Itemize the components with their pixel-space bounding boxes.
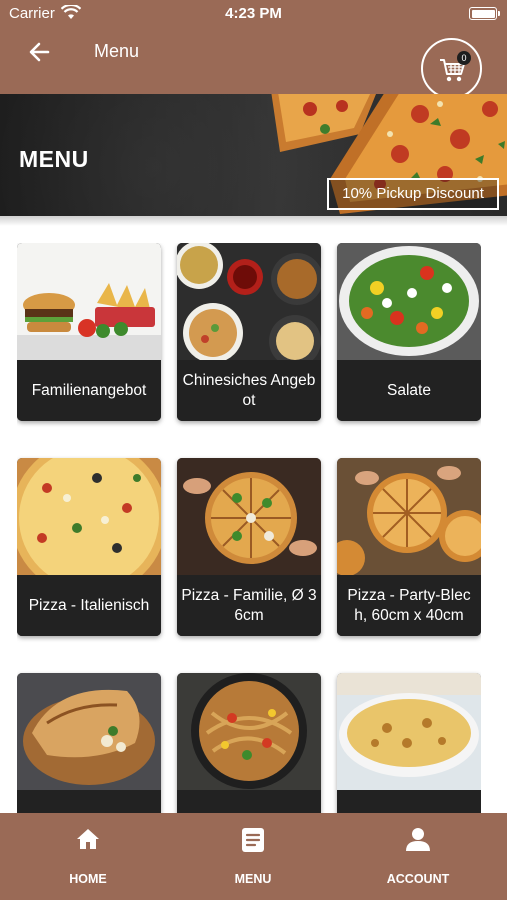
status-bar: Carrier 4:23 PM <box>0 0 507 28</box>
category-card-familienangebot[interactable]: Familienangebot <box>17 243 161 421</box>
top-bar: Carrier 4:23 PM Menu 0 <box>0 0 507 99</box>
category-label <box>17 790 161 813</box>
banner-title: MENU <box>19 146 89 172</box>
category-label <box>337 790 481 813</box>
category-card-9[interactable] <box>337 673 481 813</box>
casserole-image <box>337 673 481 790</box>
cart-count-badge: 0 <box>457 51 471 65</box>
cart-button[interactable]: 0 <box>421 38 482 99</box>
category-label: Pizza - Party-Blech, 60cm x 40cm <box>337 575 481 636</box>
noodles-image <box>177 673 321 790</box>
pizza-italian-image <box>17 458 161 575</box>
bottom-tab-bar: HOME MENU ACCOUNT <box>0 813 507 900</box>
category-label: Salate <box>337 360 481 421</box>
category-label: Chinesiches Angebot <box>177 360 321 421</box>
account-icon <box>406 828 430 851</box>
category-card-8[interactable] <box>177 673 321 813</box>
battery-icon <box>469 7 500 20</box>
pizza-party-image <box>337 458 481 575</box>
category-card-7[interactable] <box>17 673 161 813</box>
burger-fries-image <box>17 243 161 360</box>
pizza-family-image <box>177 458 321 575</box>
chinese-food-image <box>177 243 321 360</box>
divider <box>0 216 507 226</box>
tab-label: ACCOUNT <box>386 872 450 886</box>
category-card-salate[interactable]: Salate <box>337 243 481 421</box>
pickup-discount-badge: 10% Pickup Discount <box>327 178 499 210</box>
tab-label: HOME <box>69 872 107 886</box>
category-card-pizza-familie[interactable]: Pizza - Familie, Ø 36cm <box>177 458 321 636</box>
tab-menu[interactable]: MENU <box>193 813 313 900</box>
tab-home[interactable]: HOME <box>28 813 148 900</box>
clock: 4:23 PM <box>225 5 282 22</box>
category-label: Pizza - Familie, Ø 36cm <box>177 575 321 636</box>
category-card-pizza-party-blech[interactable]: Pizza - Party-Blech, 60cm x 40cm <box>337 458 481 636</box>
tab-account[interactable]: ACCOUNT <box>358 813 478 900</box>
salad-image <box>337 243 481 360</box>
tab-label: MENU <box>234 872 272 886</box>
nav-bar: Menu 0 <box>0 28 507 99</box>
home-icon <box>77 829 99 849</box>
category-label: Pizza - Italienisch <box>17 575 161 636</box>
page-title: Menu <box>94 41 140 61</box>
category-label <box>177 790 321 813</box>
category-card-pizza-italienisch[interactable]: Pizza - Italienisch <box>17 458 161 636</box>
category-label: Familienangebot <box>17 360 161 421</box>
menu-list-icon <box>242 828 264 852</box>
category-grid: Familienangebot Chinesiches Angebot Sala… <box>17 243 481 813</box>
category-card-chinesiches-angebot[interactable]: Chinesiches Angebot <box>177 243 321 421</box>
back-arrow-icon[interactable] <box>26 38 54 66</box>
calzone-image <box>17 673 161 790</box>
